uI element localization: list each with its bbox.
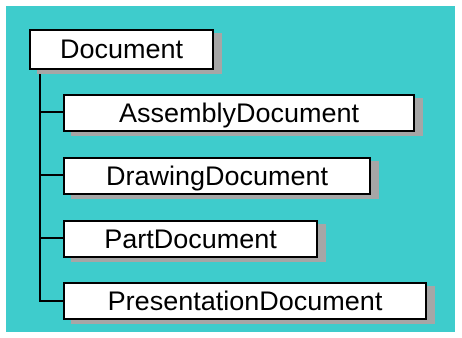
child-node-part-document: PartDocument (63, 220, 318, 258)
branch-line-part (39, 237, 63, 239)
branch-line-presentation (39, 300, 63, 302)
branch-line-assembly (39, 111, 63, 113)
root-node-document: Document (29, 29, 214, 70)
diagram-canvas: Document AssemblyDocument DrawingDocumen… (6, 6, 455, 332)
child-node-assembly-document: AssemblyDocument (63, 94, 415, 132)
child-node-drawing-document: DrawingDocument (63, 157, 371, 195)
branch-line-drawing (39, 174, 63, 176)
trunk-line (39, 69, 41, 302)
child-node-presentation-document: PresentationDocument (63, 282, 427, 320)
